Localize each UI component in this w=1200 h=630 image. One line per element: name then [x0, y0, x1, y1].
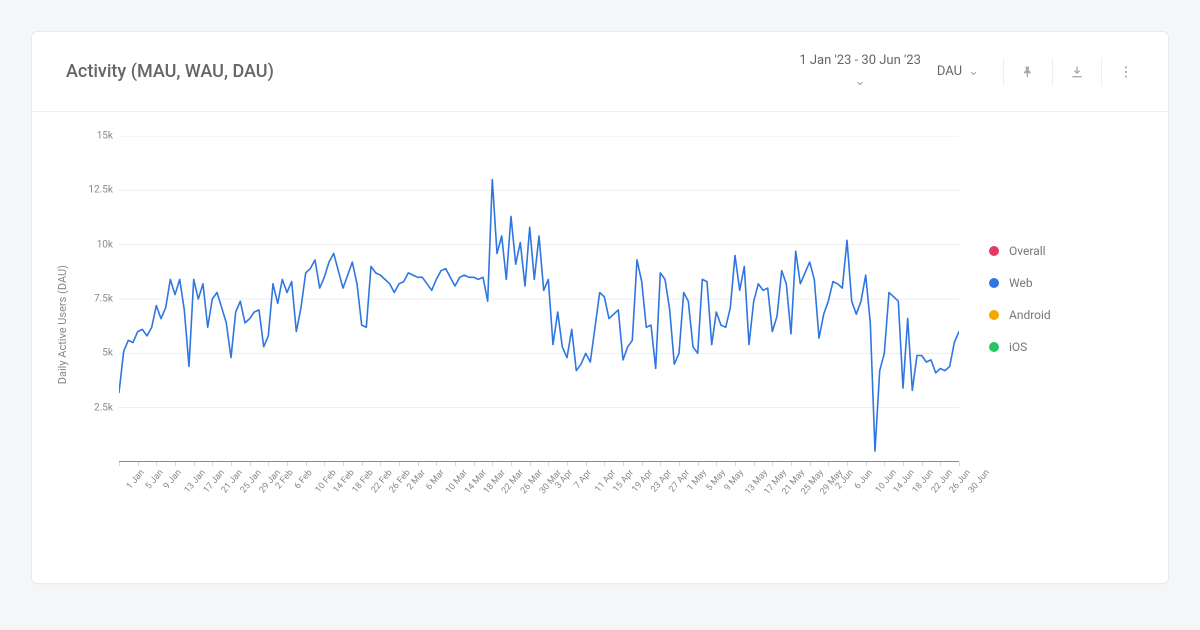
date-range-picker[interactable]: 1 Jan '23 - 30 Jun '23 ⌄ — [799, 51, 921, 93]
chart-legend: Overall Web Android iOS — [959, 136, 1109, 462]
legend-label: Web — [1009, 276, 1033, 290]
legend-label: iOS — [1009, 340, 1027, 354]
card-header: Activity (MAU, WAU, DAU) 1 Jan '23 - 30 … — [32, 32, 1168, 112]
legend-swatch — [989, 246, 999, 256]
divider — [1003, 58, 1004, 86]
pin-icon — [1020, 64, 1036, 80]
legend-swatch — [989, 342, 999, 352]
download-button[interactable] — [1063, 58, 1091, 86]
series-line-web — [119, 180, 959, 452]
activity-card: Activity (MAU, WAU, DAU) 1 Jan '23 - 30 … — [31, 31, 1169, 584]
legend-swatch — [989, 278, 999, 288]
legend-swatch — [989, 310, 999, 320]
legend-item-ios[interactable]: iOS — [989, 340, 1109, 354]
more-vertical-icon — [1118, 64, 1134, 80]
chevron-down-icon: ⌄ — [855, 74, 866, 89]
pin-button[interactable] — [1014, 58, 1042, 86]
chevron-down-icon: ⌄ — [968, 64, 979, 79]
x-axis-ticks: 1 Jan5 Jan9 Jan13 Jan17 Jan21 Jan25 Jan2… — [119, 462, 959, 554]
metric-select[interactable]: DAU ⌄ — [937, 64, 979, 79]
metric-select-label: DAU — [937, 64, 962, 79]
legend-label: Overall — [1009, 244, 1046, 258]
legend-item-android[interactable]: Android — [989, 308, 1109, 322]
chart-plot[interactable] — [119, 136, 959, 462]
download-icon — [1069, 64, 1085, 80]
y-axis-title: Daily Active Users (DAU) — [56, 265, 69, 384]
chart-area: Daily Active Users (DAU) 2.5k5k7.5k10k12… — [32, 112, 1168, 583]
divider — [1101, 58, 1102, 86]
more-menu-button[interactable] — [1112, 58, 1140, 86]
legend-label: Android — [1009, 308, 1051, 322]
date-range-label: 1 Jan '23 - 30 Jun '23 — [799, 53, 921, 68]
y-axis-ticks: 2.5k5k7.5k10k12.5k15k — [75, 136, 113, 462]
divider — [1052, 58, 1053, 86]
card-title: Activity (MAU, WAU, DAU) — [66, 61, 274, 82]
legend-item-web[interactable]: Web — [989, 276, 1109, 290]
legend-item-overall[interactable]: Overall — [989, 244, 1109, 258]
